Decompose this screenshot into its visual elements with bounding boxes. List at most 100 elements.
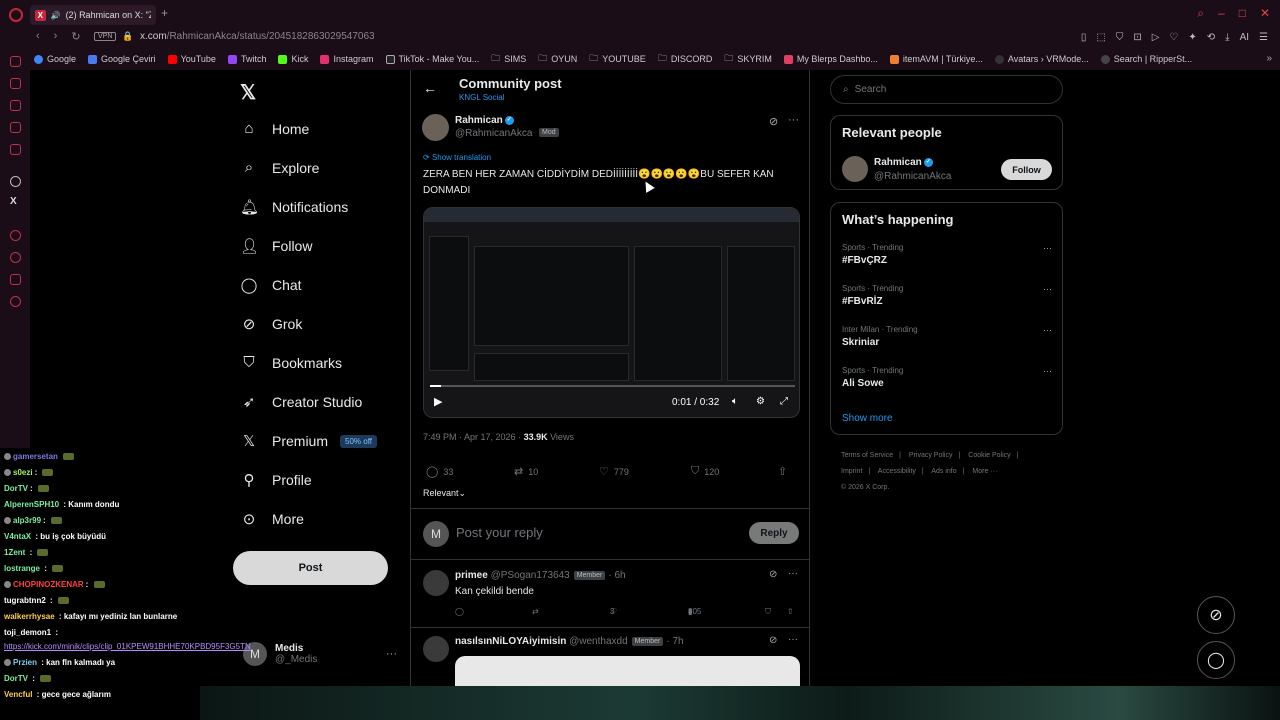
- author-name[interactable]: Rahmican ✓: [455, 115, 514, 126]
- volume-icon[interactable]: 🔈︎: [732, 396, 738, 407]
- like-action[interactable]: ♡ 779: [599, 465, 629, 478]
- grok-icon[interactable]: ⊘: [769, 635, 777, 646]
- community-link[interactable]: KNGL Social: [459, 93, 505, 102]
- more-options-icon[interactable]: ···: [1043, 325, 1052, 335]
- sidebar-ai-icon[interactable]: [10, 78, 21, 89]
- speaker-icon[interactable]: 🔊: [51, 11, 61, 20]
- bookmark-page-icon[interactable]: ▯: [1081, 32, 1087, 43]
- download-icon[interactable]: ⤓: [1225, 32, 1229, 43]
- minimize-button[interactable]: –: [1218, 6, 1225, 21]
- avatar[interactable]: [842, 156, 868, 182]
- author-handle[interactable]: @RahmicanAkca: [455, 128, 532, 139]
- repost-icon[interactable]: ⇄: [532, 607, 539, 616]
- reply-input[interactable]: Post your reply: [456, 525, 543, 540]
- bookmark-item[interactable]: YouTube: [167, 54, 216, 64]
- bookmark-item[interactable]: Kick: [278, 54, 308, 64]
- follow-button[interactable]: Follow: [1001, 159, 1052, 180]
- sidebar-music-icon[interactable]: [10, 144, 21, 155]
- nav-creator-studio[interactable]: ➶ Creator Studio: [240, 393, 363, 411]
- bookmark-item[interactable]: Instagram: [320, 54, 374, 64]
- play-icon[interactable]: ▶: [434, 395, 442, 408]
- trend-item[interactable]: Sports · Trending #FBvRİZ ···: [842, 284, 1052, 307]
- grok-icon[interactable]: ⊘: [769, 115, 778, 128]
- search-tabs-icon[interactable]: ⌕: [1197, 6, 1204, 21]
- bookmark-icon[interactable]: ⛉: [765, 607, 771, 617]
- bookmark-item[interactable]: Avatars › VRMode...: [994, 54, 1089, 64]
- nav-explore[interactable]: ⌕ Explore: [240, 159, 320, 176]
- footer-link[interactable]: Cookie Policy: [968, 452, 1010, 459]
- nav-follow[interactable]: 👤︎ Follow: [240, 237, 312, 255]
- url-field[interactable]: x.com/RahmicanAkca/status/20451828630295…: [140, 31, 375, 42]
- close-window-button[interactable]: ✕: [1260, 6, 1270, 21]
- x-logo-icon[interactable]: 𝕏: [240, 80, 256, 105]
- bookmark-folder[interactable]: 🗀 SKYRIM: [724, 51, 772, 67]
- sidebar-messenger-icon[interactable]: [10, 56, 21, 67]
- fullscreen-icon[interactable]: ⤢: [780, 396, 788, 407]
- sidebar-chatgpt-icon[interactable]: [10, 176, 21, 187]
- nav-grok[interactable]: ⊘ Grok: [240, 315, 303, 333]
- back-arrow-icon[interactable]: ‹: [36, 30, 40, 43]
- sidebar-x-icon[interactable]: X: [10, 196, 17, 207]
- nav-chat[interactable]: ◯ Chat: [240, 276, 302, 294]
- grok-icon[interactable]: ⊘: [769, 569, 777, 580]
- more-options-icon[interactable]: ···: [788, 114, 799, 126]
- show-translation-link[interactable]: ⟳ Show translation: [423, 153, 491, 162]
- video-progress-bar[interactable]: [430, 385, 795, 387]
- avatar[interactable]: [423, 636, 449, 662]
- grok-fab-icon[interactable]: ⊘: [1197, 596, 1235, 634]
- avatar[interactable]: [422, 114, 449, 141]
- footer-link[interactable]: Terms of Service: [841, 452, 893, 459]
- browser-tab-active[interactable]: X 🔊 (2) Rahmican on X: "Z: [30, 5, 156, 25]
- opera-logo-icon[interactable]: [9, 8, 23, 22]
- more-options-icon[interactable]: ···: [788, 568, 798, 579]
- reload-icon[interactable]: ↻: [71, 30, 80, 43]
- settings-icon[interactable]: ⚙: [756, 396, 765, 407]
- extensions-icon[interactable]: ✦: [1188, 32, 1196, 43]
- bookmark-item[interactable]: TikTok - Make You...: [385, 54, 479, 64]
- maximize-button[interactable]: □: [1239, 6, 1246, 21]
- bookmark-folder[interactable]: 🗀 DISCORD: [658, 51, 713, 67]
- sidebar-clock-icon[interactable]: [10, 252, 21, 263]
- translate-icon[interactable]: ⊡: [1133, 32, 1141, 43]
- avatar[interactable]: [423, 570, 449, 596]
- lock-icon[interactable]: 🔒: [122, 31, 133, 42]
- account-more-icon[interactable]: ···: [386, 648, 397, 660]
- more-options-icon[interactable]: ···: [788, 634, 798, 645]
- chat-fab-icon[interactable]: ◯: [1197, 641, 1235, 679]
- sidebar-whatsapp-icon[interactable]: [10, 100, 21, 111]
- trend-item[interactable]: Sports · Trending #FBvÇRZ ···: [842, 243, 1052, 266]
- forward-arrow-icon[interactable]: ›: [54, 30, 58, 43]
- footer-link[interactable]: Ads info: [931, 468, 956, 475]
- nav-premium[interactable]: 𝕏 Premium 50% off: [240, 432, 377, 450]
- reply-item[interactable]: primee @PSogan173643 Member · 6h Kan çekil…: [411, 566, 809, 628]
- bookmark-item[interactable]: Search | RipperSt...: [1100, 54, 1192, 64]
- chat-link[interactable]: https://kick.com/minik/clips/clip_01KPEW…: [4, 642, 251, 651]
- more-options-icon[interactable]: ···: [1043, 243, 1052, 253]
- repost-action[interactable]: ⇄ 10: [514, 465, 538, 478]
- bookmark-item[interactable]: Google Çeviri: [88, 54, 156, 64]
- reply-icon[interactable]: ◯: [455, 607, 464, 616]
- sync-icon[interactable]: ⟲: [1207, 32, 1215, 43]
- video-player[interactable]: ▶ 0:01 / 0:32 🔈︎ ⚙ ⤢: [423, 207, 800, 418]
- menu-icon[interactable]: ☰: [1259, 32, 1268, 43]
- nav-bookmarks[interactable]: ⛉ Bookmarks: [240, 354, 342, 371]
- bookmarks-overflow-icon[interactable]: »: [1266, 53, 1272, 64]
- sidebar-history-icon[interactable]: [10, 230, 21, 241]
- bookmark-item[interactable]: Google: [34, 54, 76, 64]
- bookmark-item[interactable]: Twitch: [227, 54, 266, 64]
- shield-icon[interactable]: ⛉: [1116, 32, 1124, 43]
- reply-action[interactable]: ◯ 33: [426, 465, 453, 478]
- footer-link[interactable]: Privacy Policy: [909, 452, 953, 459]
- share-icon[interactable]: ⇧: [787, 607, 794, 616]
- screenshot-icon[interactable]: ⬚: [1096, 32, 1105, 43]
- sidebar-instagram-icon[interactable]: [10, 122, 21, 133]
- vpn-badge[interactable]: VPN: [94, 32, 117, 41]
- bookmark-item[interactable]: My Blerps Dashbo...: [783, 54, 878, 64]
- more-options-icon[interactable]: ···: [1043, 366, 1052, 376]
- new-tab-button[interactable]: +: [161, 7, 171, 19]
- bookmark-action[interactable]: ⛉ 120: [691, 465, 719, 478]
- bookmark-folder[interactable]: 🗀 OYUN: [538, 51, 577, 67]
- trend-item[interactable]: Inter Milan · Trending Skriniar ···: [842, 325, 1052, 348]
- nav-notifications[interactable]: 🔔︎ Notifications: [240, 198, 348, 216]
- person-name[interactable]: Rahmican ✓: [874, 157, 933, 168]
